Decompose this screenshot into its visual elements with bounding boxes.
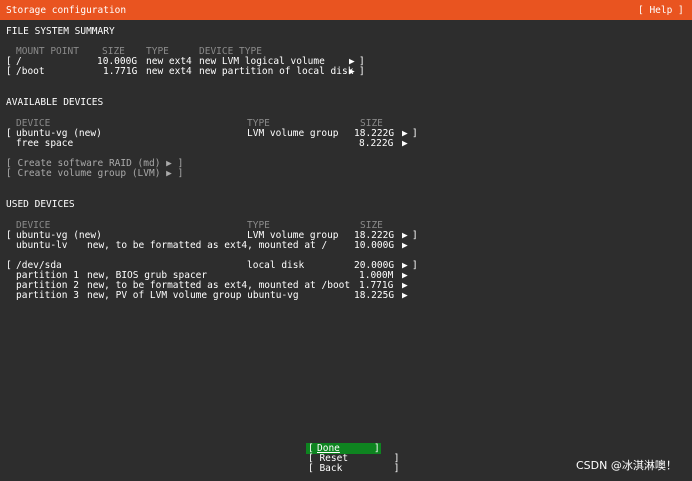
row-bracket-open: [ bbox=[6, 66, 12, 77]
fs-mount: /boot bbox=[16, 66, 45, 77]
row-bracket-open: [ bbox=[6, 128, 12, 139]
screen-title: Storage configuration bbox=[6, 5, 127, 16]
device-size: 10.000G bbox=[354, 240, 395, 251]
create-vg-button[interactable]: [ Create volume group (LVM) ▶ ] bbox=[6, 168, 183, 180]
device-name: free space bbox=[16, 138, 74, 149]
device-type: local disk bbox=[247, 260, 305, 271]
row-bracket-close: ] bbox=[412, 230, 418, 241]
fs-type: new ext4 bbox=[146, 66, 192, 77]
available-heading: AVAILABLE DEVICES bbox=[6, 97, 104, 108]
row-bracket-open: [ bbox=[6, 260, 12, 271]
help-button[interactable]: [ Help ] bbox=[638, 5, 684, 17]
row-arrow-icon[interactable]: ▶ bbox=[402, 138, 408, 150]
fs-device-type: new partition of local disk bbox=[199, 66, 354, 77]
row-bracket-close: ] bbox=[412, 128, 418, 139]
partition-desc: new, PV of LVM volume group ubuntu-vg bbox=[87, 290, 299, 301]
device-name: ubuntu-lv bbox=[16, 240, 68, 251]
row-arrow-icon[interactable]: ▶ bbox=[349, 66, 355, 78]
partition-name: partition 3 bbox=[16, 290, 79, 301]
row-bracket-close: ] bbox=[412, 260, 418, 271]
back-button[interactable]: [ Back ] bbox=[308, 463, 400, 475]
row-bracket-close: ] bbox=[359, 66, 365, 77]
row-bracket-open: [ bbox=[6, 230, 12, 241]
fs-size: 1.771G bbox=[103, 66, 138, 77]
used-heading: USED DEVICES bbox=[6, 199, 75, 210]
fs-col-mount: MOUNT POINT bbox=[16, 46, 79, 57]
fs-summary-heading: FILE SYSTEM SUMMARY bbox=[6, 26, 115, 37]
device-size: 8.222G bbox=[359, 138, 394, 149]
watermark: CSDN @冰淇淋噢！ bbox=[576, 459, 677, 472]
installer-screen: Storage configuration [ Help ] FILE SYST… bbox=[0, 0, 692, 481]
device-desc: new, to be formatted as ext4, mounted at… bbox=[87, 240, 328, 251]
row-arrow-icon[interactable]: ▶ bbox=[402, 290, 408, 302]
partition-size: 18.225G bbox=[354, 290, 395, 301]
device-type: LVM volume group bbox=[247, 128, 339, 139]
row-arrow-icon[interactable]: ▶ bbox=[402, 240, 408, 252]
